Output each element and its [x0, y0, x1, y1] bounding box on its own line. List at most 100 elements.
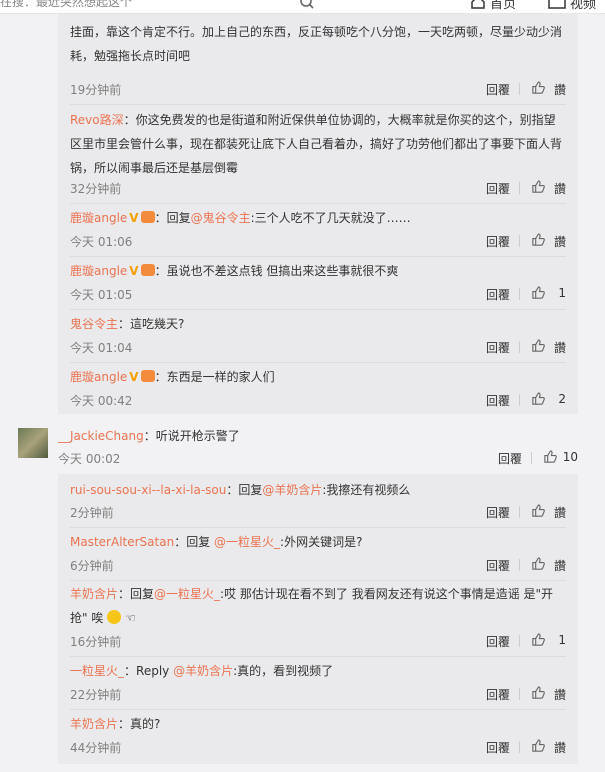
thumbs-up-icon[interactable] [531, 338, 546, 356]
reply-item: 羊奶含片：真的? [70, 712, 566, 736]
reply-username[interactable]: 鹿璇angle [70, 211, 127, 225]
like-button[interactable]: 讚 [554, 180, 566, 197]
reply-text: ：你这免费发的也是街道和附近保供单位协调的，大概率就是你买的这个，别指望区里市里… [70, 113, 563, 175]
divider [519, 559, 520, 571]
reply-actions: 回覆 讚 [456, 233, 566, 251]
divider [519, 688, 520, 700]
thumbs-up-icon[interactable] [531, 503, 546, 521]
reply-text: :外网关键词是? [280, 535, 363, 549]
reply-actions: 回覆 讚 [456, 180, 566, 198]
reply-meta: 44分钟前 回覆 讚 [70, 739, 566, 757]
reply-text: ：虽说也不差这点钱 但搞出来这些事就很不爽 [154, 264, 399, 278]
reply-time: 今天 01:06 [70, 235, 133, 249]
thumbs-up-icon[interactable] [531, 556, 546, 574]
thumbs-up-icon[interactable] [531, 285, 546, 303]
reply-button[interactable]: 回覆 [486, 739, 510, 756]
like-button[interactable]: 讚 [554, 686, 566, 703]
reply-time: 32分钟前 [70, 182, 122, 196]
reply-username[interactable]: 鹿璇angle [70, 264, 127, 278]
comment-actions: 回覆 10 [468, 450, 578, 468]
divider [70, 362, 566, 363]
reply-meta: 32分钟前 回覆 讚 [70, 180, 566, 198]
reply-button[interactable]: 回覆 [486, 339, 510, 356]
like-count[interactable]: 10 [563, 450, 578, 464]
reply-username[interactable]: 鹿璇angle [70, 370, 127, 384]
like-button[interactable]: 讚 [554, 233, 566, 250]
reply-mention[interactable]: @鬼谷令主 [191, 211, 251, 225]
comment-text: ：听说开枪示警了 [143, 429, 240, 443]
reply-prefix: ：Reply [124, 664, 174, 678]
divider [70, 104, 566, 105]
reply-text: :我擦还有视频么 [322, 483, 411, 497]
reply-actions: 回覆 讚 [456, 339, 566, 357]
reply-meta: 2分钟前 回覆 讚 [70, 504, 566, 522]
reply-text: ：真的? [118, 717, 161, 731]
reply-button[interactable]: 回覆 [486, 286, 510, 303]
like-button[interactable]: 讚 [554, 739, 566, 756]
reply-meta: 今天 01:05 回覆 1 [70, 286, 566, 304]
verified-badge: V [129, 211, 139, 225]
reply-username[interactable]: rui-sou-sou-xi--la-xi-la-sou [70, 483, 226, 497]
like-count[interactable]: 1 [558, 633, 566, 647]
reply-mention[interactable]: @羊奶含片 [262, 483, 322, 497]
like-button[interactable]: 讚 [554, 504, 566, 521]
divider [519, 506, 520, 518]
reply-mention[interactable]: @一粒星火_ [214, 535, 280, 549]
reply-button[interactable]: 回覆 [498, 450, 522, 467]
reply-text: :三个人吃不了几天就没了…… [250, 211, 411, 225]
reply-username[interactable]: 羊奶含片 [70, 587, 118, 601]
reply-mention[interactable]: @一粒星火_ [154, 587, 220, 601]
reply-meta: 今天 01:04 回覆 讚 [70, 339, 566, 357]
surprised-emoji-icon [107, 610, 122, 624]
divider [531, 452, 532, 464]
reply-button[interactable]: 回覆 [486, 504, 510, 521]
like-button[interactable]: 讚 [554, 339, 566, 356]
reply-button[interactable]: 回覆 [486, 81, 510, 98]
reply-time: 2分钟前 [70, 506, 114, 520]
like-button[interactable]: 讚 [554, 557, 566, 574]
reply-button[interactable]: 回覆 [486, 686, 510, 703]
reply-button[interactable]: 回覆 [486, 633, 510, 650]
reply-time: 44分钟前 [70, 741, 122, 755]
reply-button[interactable]: 回覆 [486, 233, 510, 250]
thumbs-up-icon[interactable] [531, 632, 546, 650]
reply-actions: 回覆 2 [456, 392, 566, 410]
like-button[interactable]: 讚 [554, 81, 566, 98]
reply-actions: 回覆 1 [456, 633, 566, 651]
thumbs-up-icon[interactable] [531, 738, 546, 756]
thumbs-up-icon[interactable] [531, 391, 546, 409]
reply-item: 鬼谷令主：這吃幾天? [70, 312, 566, 336]
reply-username[interactable]: MasterAlterSatan [70, 535, 174, 549]
thumbs-up-icon[interactable] [531, 685, 546, 703]
reply-button[interactable]: 回覆 [486, 557, 510, 574]
like-count[interactable]: 2 [558, 392, 566, 406]
reply-time: 6分钟前 [70, 559, 114, 573]
divider [519, 288, 520, 300]
reply-username[interactable]: 一粒星火_ [70, 664, 124, 678]
medal-icon [140, 370, 155, 382]
reply-button[interactable]: 回覆 [486, 392, 510, 409]
nav-video[interactable]: 视频 [570, 0, 596, 12]
reply-text: ：东西是一样的家人们 [154, 370, 275, 384]
thumbs-up-icon[interactable] [531, 232, 546, 250]
thumbs-up-icon[interactable] [531, 179, 546, 197]
reply-mention[interactable]: @羊奶含片 [173, 664, 233, 678]
divider [519, 741, 520, 753]
reply-button[interactable]: 回覆 [486, 180, 510, 197]
reply-time: 22分钟前 [70, 688, 122, 702]
reply-username[interactable]: 鬼谷令主 [70, 317, 118, 331]
divider [519, 182, 520, 194]
thumbs-up-icon[interactable] [531, 80, 546, 98]
reply-meta: 19分钟前 回覆 讚 [70, 81, 566, 99]
reply-username[interactable]: Revo路深 [70, 113, 124, 127]
reply-username[interactable]: 羊奶含片 [70, 717, 118, 731]
divider [70, 709, 566, 710]
reply-item: 鹿璇angle V ：回复@鬼谷令主:三个人吃不了几天就没了…… [70, 206, 566, 230]
comment-item: __JackieChang：听说开枪示警了 今天 00:02 回覆 10 [0, 420, 605, 470]
reply-prefix: ：回复 [154, 211, 191, 225]
thumbs-up-icon[interactable] [543, 449, 558, 467]
avatar[interactable] [18, 428, 48, 458]
comment-username[interactable]: __JackieChang [58, 429, 144, 443]
like-count[interactable]: 1 [558, 286, 566, 300]
divider [519, 83, 520, 95]
